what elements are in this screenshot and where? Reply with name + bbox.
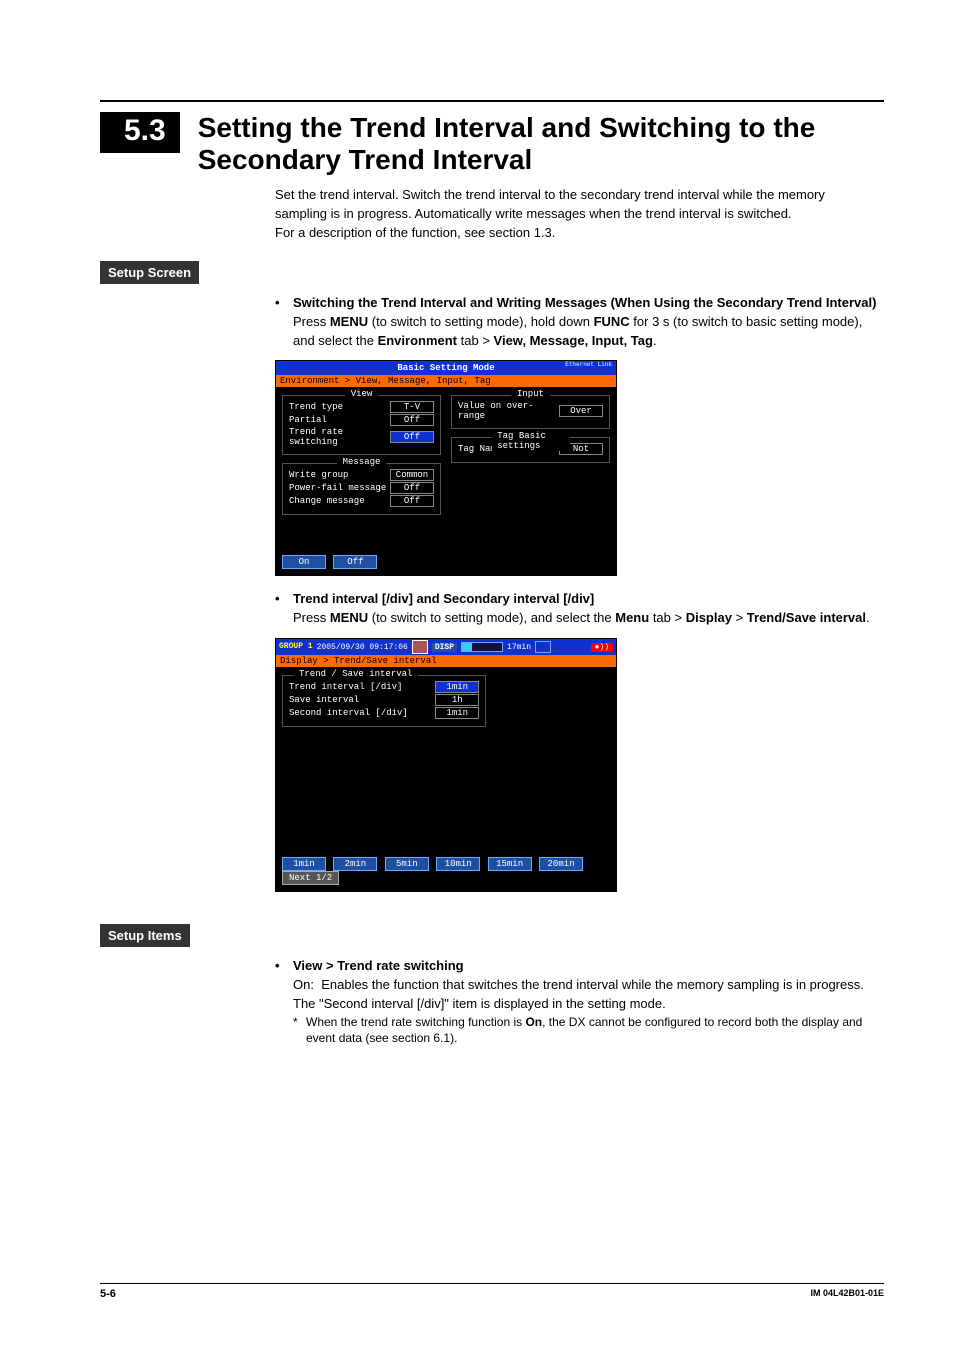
change-message-value[interactable]: Off <box>390 495 434 507</box>
change-message-label: Change message <box>289 496 365 506</box>
elapsed-time: 17min <box>507 643 531 652</box>
second-interval-label: Second interval [/div] <box>289 708 408 718</box>
setup-items-label: Setup Items <box>100 924 190 947</box>
trend-interval-label: Trend interval [/div] <box>289 682 402 692</box>
power-fail-value[interactable]: Off <box>390 482 434 494</box>
setup-items-bullet-title: View > Trend rate switching <box>293 958 464 973</box>
write-group-label: Write group <box>289 470 348 480</box>
b2-body: Press MENU (to switch to setting mode), … <box>293 609 884 628</box>
trend-interval-value[interactable]: 1min <box>435 681 479 693</box>
on-button[interactable]: On <box>282 555 326 569</box>
trend-type-label: Trend type <box>289 402 343 412</box>
setup-items-on-text: On: Enables the function that switches t… <box>293 976 884 1014</box>
record-icon[interactable]: ●)) <box>591 643 613 652</box>
trend-rate-switching-label: Trend rate switching <box>289 427 390 447</box>
disp-label: DISP <box>432 643 457 652</box>
partial-label: Partial <box>289 415 327 425</box>
opt-2min[interactable]: 2min <box>333 857 377 871</box>
bullet-icon: • <box>275 294 293 313</box>
ss1-breadcrumb: Environment > View, Message, Input, Tag <box>276 375 616 387</box>
write-group-value[interactable]: Common <box>390 469 434 481</box>
value-over-range-value[interactable]: Over <box>559 405 603 417</box>
b2-title: Trend interval [/div] and Secondary inte… <box>293 591 594 606</box>
second-interval-value[interactable]: 1min <box>435 707 479 719</box>
group-label: GROUP 1 <box>279 643 313 651</box>
b1-title: Switching the Trend Interval and Writing… <box>293 295 876 310</box>
opt-5min[interactable]: 5min <box>385 857 429 871</box>
setup-screen-label: Setup Screen <box>100 261 199 284</box>
bullet-icon: • <box>275 957 293 976</box>
input-legend: Input <box>511 389 550 399</box>
intro-p2: For a description of the function, see s… <box>275 224 874 243</box>
save-interval-value[interactable]: 1h <box>435 694 479 706</box>
bullet-icon: • <box>275 590 293 609</box>
progress-bar <box>461 642 503 652</box>
screenshot-basic-setting: Basic Setting Mode Ethernet Link Environ… <box>275 360 617 576</box>
camera-icon[interactable] <box>535 641 551 653</box>
timestamp: 2005/09/30 09:17:06 <box>317 643 408 652</box>
save-interval-label: Save interval <box>289 695 359 705</box>
power-fail-label: Power-fail message <box>289 483 386 493</box>
view-legend: View <box>345 389 379 399</box>
section-title: Setting the Trend Interval and Switching… <box>198 112 884 176</box>
message-legend: Message <box>337 457 387 467</box>
opt-20min[interactable]: 20min <box>539 857 583 871</box>
trend-save-legend: Trend / Save interval <box>293 669 418 679</box>
ethernet-link-label: Ethernet Link <box>565 362 612 368</box>
recorder-icon <box>412 640 428 654</box>
page-number: 5-6 <box>100 1288 116 1300</box>
off-button[interactable]: Off <box>333 555 377 569</box>
trend-rate-switching-value[interactable]: Off <box>390 431 434 443</box>
b1-body: Press MENU (to switch to setting mode), … <box>293 313 884 351</box>
ss2-breadcrumb: Display > Trend/Save interval <box>276 655 616 667</box>
doc-id: IM 04L42B01-01E <box>810 1288 884 1300</box>
screenshot-trend-save: GROUP 1 2005/09/30 09:17:06 DISP 17min ●… <box>275 638 617 892</box>
trend-type-value[interactable]: T-V <box>390 401 434 413</box>
setup-items-footnote: * When the trend rate switching function… <box>293 1014 884 1048</box>
tag-legend: Tag Basic settings <box>491 431 570 451</box>
section-number: 5.3 <box>100 112 180 153</box>
opt-1min[interactable]: 1min <box>282 857 326 871</box>
ss1-title: Basic Setting Mode <box>397 363 494 373</box>
next-page-button[interactable]: Next 1/2 <box>282 871 339 885</box>
intro-p1: Set the trend interval. Switch the trend… <box>275 186 874 224</box>
partial-value[interactable]: Off <box>390 414 434 426</box>
opt-10min[interactable]: 10min <box>436 857 480 871</box>
value-over-range-label: Value on over-range <box>458 401 559 421</box>
opt-15min[interactable]: 15min <box>488 857 532 871</box>
